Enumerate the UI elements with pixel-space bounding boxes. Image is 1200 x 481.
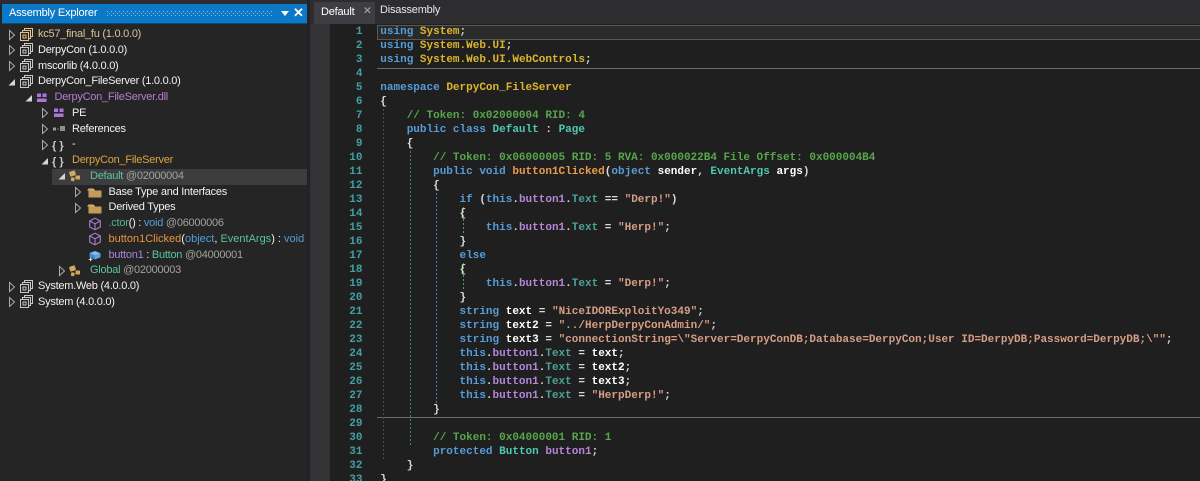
svg-text:{ }: { }	[52, 156, 64, 168]
svg-text:{ }: { }	[52, 140, 64, 152]
